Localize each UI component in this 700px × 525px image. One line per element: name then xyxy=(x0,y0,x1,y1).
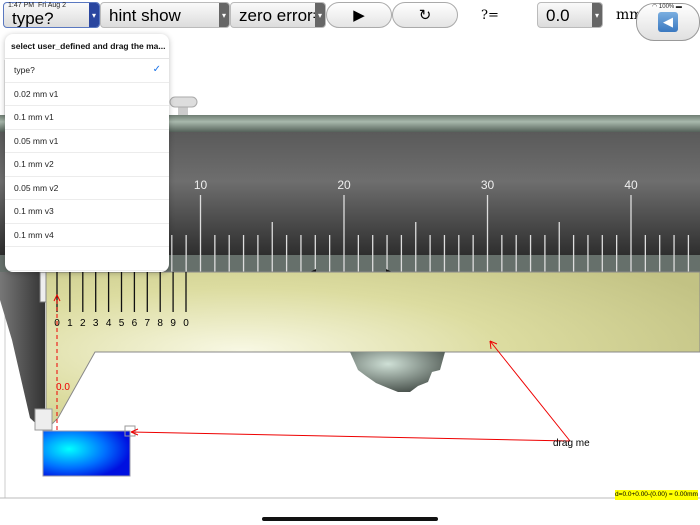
dropdown-item[interactable] xyxy=(5,247,169,271)
dropdown-item-label: type? xyxy=(14,65,35,75)
jaw-reading: 0.0 xyxy=(56,382,70,393)
question-label: ?= xyxy=(481,8,499,23)
fixed-jaw-edge xyxy=(39,271,47,303)
home-indicator[interactable] xyxy=(262,517,438,521)
dropdown-item[interactable]: 0.1 mm v4 xyxy=(5,224,169,247)
dropdown-item[interactable]: 0.05 mm v2 xyxy=(5,177,169,200)
result-readout: d=0.0+0.00-(0.00) = 0.00mm xyxy=(615,490,698,500)
unit-label: mm xyxy=(616,7,638,23)
dropdown-item-label: 0.05 mm v2 xyxy=(14,182,59,193)
main-scale-label: 30 xyxy=(481,178,495,192)
fixed-jaw xyxy=(0,272,45,430)
answer-select[interactable]: 0.0 ▾ xyxy=(537,2,603,28)
measured-object[interactable] xyxy=(42,430,131,477)
check-icon: ✓ xyxy=(152,64,161,75)
main-scale-label: 10 xyxy=(194,178,208,192)
drag-line-object xyxy=(130,431,571,442)
thumb-wheel[interactable] xyxy=(350,352,445,392)
play-icon: ▶ xyxy=(353,7,365,24)
dropdown-item[interactable]: 0.02 mm v1 xyxy=(5,83,169,106)
back-icon: ◀ xyxy=(658,12,678,32)
main-scale-label: 20 xyxy=(337,178,351,192)
jaw-tip xyxy=(34,408,53,431)
lock-screw-icon xyxy=(169,96,198,108)
dropdown-item-label: 0.1 mm v2 xyxy=(14,159,54,169)
dropdown-header: select user_defined and drag the ma... xyxy=(5,34,169,59)
reset-icon: ↻ xyxy=(418,7,432,24)
vernier-label: 1 xyxy=(67,318,73,329)
play-button[interactable]: ▶ xyxy=(326,2,392,28)
vernier-label: 0 xyxy=(183,318,189,329)
chevron-down-icon: ▾ xyxy=(219,3,229,27)
dropdown-item-label: 0.1 mm v4 xyxy=(14,229,54,240)
status-time: 1:47 PM Fri Aug 2 xyxy=(8,2,66,9)
reset-button[interactable]: ↻ xyxy=(392,2,458,28)
dropdown-item[interactable]: 0.1 mm v3 xyxy=(5,200,169,224)
battery-indicator: ◠ 100% ▬ xyxy=(652,4,682,10)
chevron-down-icon: ▾ xyxy=(89,3,99,27)
vernier-label: 8 xyxy=(157,318,163,329)
dropdown-item[interactable]: 0.1 mm v1 xyxy=(5,106,169,130)
dropdown-item[interactable]: 0.05 mm v1 xyxy=(5,130,169,153)
chevron-down-icon: ▾ xyxy=(315,3,325,27)
vernier-label: 3 xyxy=(93,318,99,329)
vernier-label: 6 xyxy=(132,318,138,329)
drag-line-slider xyxy=(489,340,571,442)
chevron-down-icon: ▾ xyxy=(592,3,602,27)
drag-me-handle[interactable]: drag me xyxy=(553,438,590,449)
type-dropdown: select user_defined and drag the ma... t… xyxy=(5,34,169,272)
vernier-slider[interactable] xyxy=(45,271,700,432)
vernier-label: 5 xyxy=(119,318,125,329)
dropdown-item-label: 0.1 mm v1 xyxy=(14,112,54,122)
vernier-label: 4 xyxy=(106,318,112,329)
status-date: Fri Aug 2 xyxy=(37,2,66,9)
dropdown-item-label: 0.1 mm v3 xyxy=(14,206,54,216)
dropdown-item-label: 0.05 mm v1 xyxy=(14,135,59,146)
dropdown-item[interactable]: type? ✓ xyxy=(5,59,169,83)
vernier-label: 9 xyxy=(170,318,176,329)
dropdown-item-label: 0.02 mm v1 xyxy=(14,88,59,99)
vernier-label: 2 xyxy=(80,318,86,329)
dropdown-item[interactable]: 0.1 mm v2 xyxy=(5,153,169,177)
hint-select[interactable]: hint show ▾ xyxy=(100,2,230,28)
vernier-label: 7 xyxy=(145,318,151,329)
zero-error-select[interactable]: zero error=0 ▾ xyxy=(230,2,326,28)
main-scale-label: 40 xyxy=(624,178,638,192)
